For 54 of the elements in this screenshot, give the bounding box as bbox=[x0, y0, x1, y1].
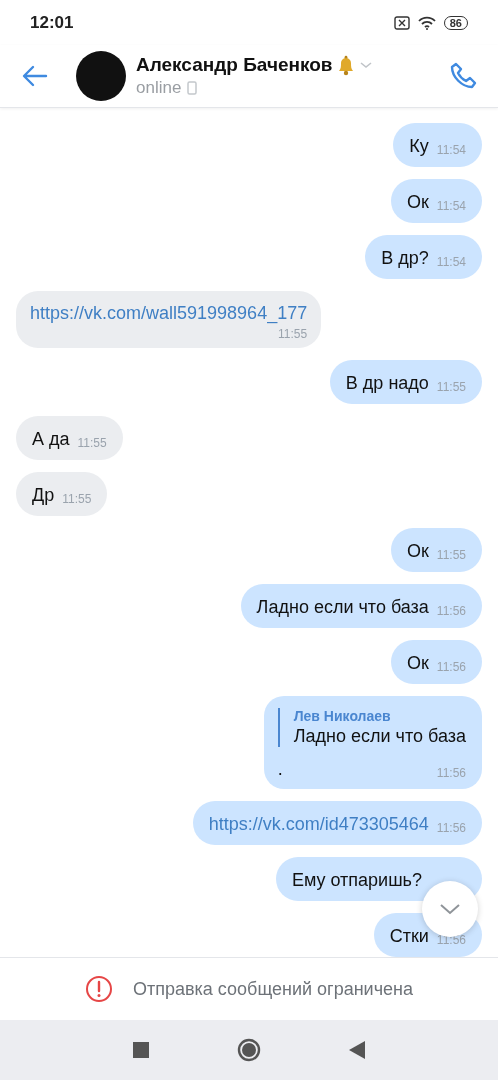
phone-device-icon bbox=[187, 81, 198, 95]
message-time: 11:54 bbox=[436, 255, 466, 270]
message-text: В др надо bbox=[345, 372, 429, 395]
back-icon[interactable] bbox=[349, 1041, 365, 1059]
message-text: А да bbox=[32, 428, 70, 451]
presence-status: online bbox=[136, 78, 182, 98]
message-bubble[interactable]: Ладно если что база 11:56 bbox=[240, 584, 482, 628]
message-bubble[interactable]: В др надо 11:55 bbox=[329, 360, 482, 404]
message-bubble[interactable]: Ок 11:55 bbox=[390, 528, 482, 572]
message-bubble[interactable]: https://vk.com/wall591998964_177 11:55 bbox=[16, 291, 322, 348]
message-text: Ок bbox=[406, 652, 429, 675]
message-bubble[interactable]: Ему отпаришь? bbox=[275, 857, 482, 901]
message-time: 11:55 bbox=[278, 327, 308, 342]
message-bubble[interactable]: Ок 11:54 bbox=[390, 179, 482, 223]
message-text: Ок bbox=[406, 540, 429, 563]
chevron-down-icon bbox=[439, 902, 461, 916]
message-text: Ему отпаришь? bbox=[291, 869, 422, 892]
warning-icon bbox=[85, 975, 113, 1003]
quote-text: Ладно если что база bbox=[293, 726, 466, 747]
message-text: В др? bbox=[381, 247, 429, 270]
message-text: Стки bbox=[389, 925, 429, 948]
message-bubble[interactable]: Лев Николаев Ладно если что база . 11:56 bbox=[263, 696, 482, 789]
message-bubble[interactable]: Ок 11:56 bbox=[390, 640, 482, 684]
message-bubble[interactable]: Др 11:55 bbox=[16, 472, 108, 516]
contact-name[interactable]: Александр Баченков bbox=[136, 54, 333, 76]
status-time: 12:01 bbox=[30, 12, 74, 33]
restriction-notice: Отправка сообщений ограничена bbox=[133, 978, 413, 1000]
message-text: Ок bbox=[406, 191, 429, 214]
message-bubble[interactable]: В др? 11:54 bbox=[365, 235, 482, 279]
message-text: Др bbox=[32, 484, 55, 507]
avatar[interactable] bbox=[76, 51, 126, 101]
quoted-message[interactable]: Лев Николаев Ладно если что база bbox=[277, 708, 466, 747]
message-time: 11:56 bbox=[436, 821, 466, 836]
message-time: 11:55 bbox=[436, 380, 466, 395]
message-text: Ладно если что база bbox=[256, 596, 429, 619]
phone-icon[interactable] bbox=[448, 61, 478, 91]
message-time: 11:56 bbox=[436, 604, 466, 619]
home-icon[interactable] bbox=[237, 1038, 261, 1062]
message-time: 11:56 bbox=[436, 660, 466, 675]
sim-icon bbox=[393, 15, 410, 30]
message-bubble[interactable]: А да 11:55 bbox=[16, 416, 123, 460]
message-text: Ку bbox=[409, 135, 429, 158]
message-time: 11:55 bbox=[77, 436, 107, 451]
message-time: 11:55 bbox=[62, 492, 92, 507]
message-time: 11:56 bbox=[436, 766, 466, 781]
quote-author: Лев Николаев bbox=[293, 708, 392, 724]
message-text: . bbox=[277, 758, 283, 781]
wifi-icon bbox=[417, 15, 436, 30]
message-link[interactable]: https://vk.com/wall591998964_177 bbox=[30, 301, 308, 325]
message-time: 11:55 bbox=[436, 548, 466, 563]
message-bubble[interactable]: Ку 11:54 bbox=[393, 123, 482, 167]
message-time: 11:54 bbox=[436, 199, 466, 214]
message-time: 11:54 bbox=[436, 143, 466, 158]
back-arrow-icon[interactable] bbox=[22, 65, 48, 87]
